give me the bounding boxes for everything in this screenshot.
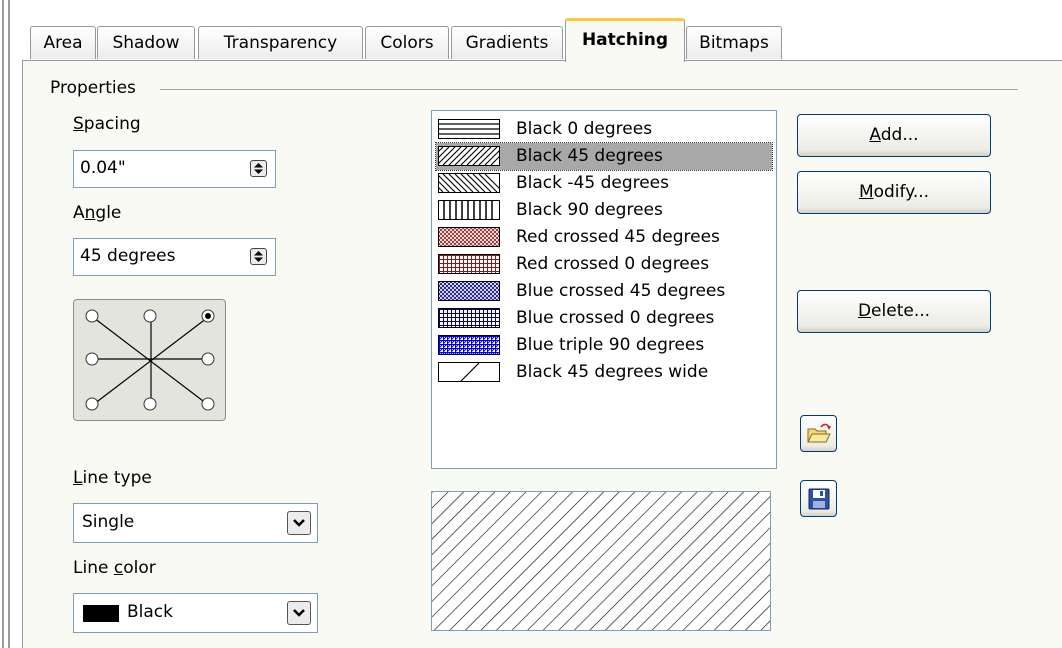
line-type-dropdown[interactable]: Single [73, 503, 318, 543]
properties-legend: Properties [50, 78, 136, 98]
hatch-pattern-swatch [438, 254, 500, 274]
tab-transparency[interactable]: Transparency [198, 26, 363, 59]
color-swatch [83, 605, 119, 622]
line-type-label: Line type [73, 468, 152, 488]
list-item[interactable]: Black -45 degrees [424, 170, 772, 197]
line-color-label: Line color [73, 558, 156, 578]
hatch-pattern-swatch [438, 362, 500, 382]
hatch-pattern-swatch [438, 119, 500, 139]
window-edge-line [8, 0, 10, 648]
hatch-pattern-swatch [424, 146, 510, 166]
line-color-dropdown[interactable]: Black [73, 593, 318, 633]
list-item-label: Black -45 degrees [516, 173, 669, 193]
list-item-label: Red crossed 45 degrees [516, 227, 720, 247]
window-edge-line [2, 0, 4, 648]
list-item-label: Blue crossed 45 degrees [516, 281, 726, 301]
tab-shadow[interactable]: Shadow [97, 26, 195, 59]
list-item[interactable]: Blue triple 90 degrees [436, 332, 772, 359]
angle-direction-pad[interactable] [73, 299, 226, 421]
angle-label: Angle [73, 203, 122, 223]
list-item-label: Black 0 degrees [516, 119, 653, 139]
load-hatches-button[interactable] [800, 415, 837, 452]
chevron-down-icon[interactable] [287, 511, 311, 535]
line-type-value: Single [82, 512, 135, 532]
properties-separator [160, 89, 1018, 90]
chevron-down-icon[interactable] [287, 601, 311, 625]
open-folder-icon [806, 422, 832, 451]
modify-button[interactable]: Modify... [797, 171, 991, 214]
hatch-list[interactable]: Black 0 degrees Black 45 degrees Black -… [424, 110, 777, 469]
list-item-label: Black 90 degrees [516, 200, 663, 220]
hatch-pattern-swatch [424, 173, 504, 193]
list-item[interactable]: Blue crossed 45 degrees [436, 278, 772, 305]
tab-gradients[interactable]: Gradients [451, 26, 563, 59]
list-item[interactable]: Red crossed 45 degrees [436, 224, 772, 251]
spacing-label: Spacing [73, 114, 141, 134]
tab-area[interactable]: Area [30, 26, 96, 59]
hatch-pattern-swatch [438, 281, 500, 301]
hatch-pattern-swatch [438, 200, 500, 220]
hatch-preview [431, 491, 771, 631]
tab-colors[interactable]: Colors [365, 26, 449, 59]
spacing-value: 0.04" [80, 158, 126, 178]
floppy-disk-icon [808, 488, 830, 515]
spin-updown-icon[interactable] [250, 248, 267, 265]
list-item-label: Red crossed 0 degrees [516, 254, 710, 274]
tab-hatching[interactable]: Hatching [565, 18, 685, 62]
list-item-label: Black 45 degrees [516, 146, 663, 166]
save-hatches-button[interactable] [800, 480, 837, 517]
list-item-label: Blue crossed 0 degrees [516, 308, 715, 328]
tab-bitmaps[interactable]: Bitmaps [686, 26, 782, 59]
hatch-pattern-swatch [438, 335, 500, 355]
list-item[interactable]: Black 0 degrees [436, 116, 772, 143]
list-item-label: Blue triple 90 degrees [516, 335, 705, 355]
angle-spinbox[interactable]: 45 degrees [73, 238, 276, 276]
spin-updown-icon[interactable] [250, 160, 267, 177]
list-item-label: Black 45 degrees wide [516, 362, 709, 382]
list-item[interactable]: Black 45 degrees wide [436, 359, 772, 386]
spacing-spinbox[interactable]: 0.04" [73, 150, 276, 188]
add-button[interactable]: Add... [797, 114, 991, 157]
list-item[interactable]: Red crossed 0 degrees [436, 251, 772, 278]
hatch-pattern-swatch [438, 308, 500, 328]
angle-value: 45 degrees [80, 246, 176, 266]
hatch-pattern-swatch [438, 227, 500, 247]
list-item[interactable]: Black 45 degrees [424, 142, 773, 171]
list-item[interactable]: Blue crossed 0 degrees [436, 305, 772, 332]
delete-button[interactable]: Delete... [797, 290, 991, 333]
line-color-value: Black [127, 602, 173, 622]
list-item[interactable]: Black 90 degrees [436, 197, 772, 224]
